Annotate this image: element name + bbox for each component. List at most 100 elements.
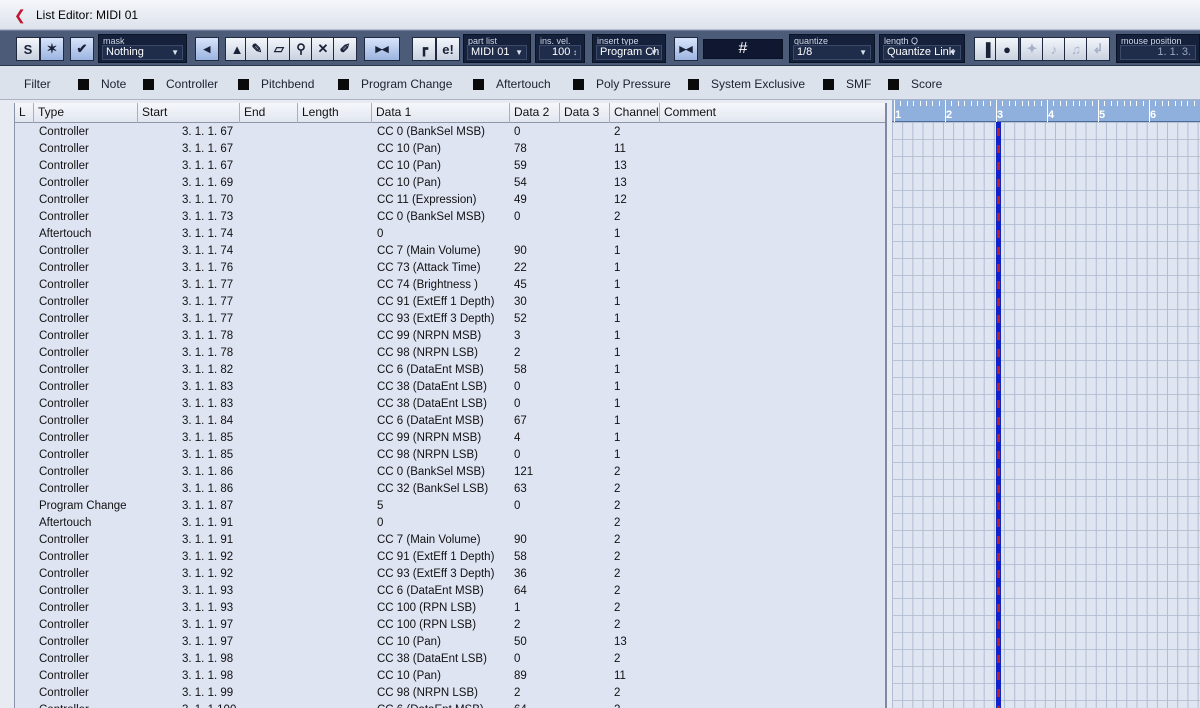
table-row[interactable]: Controller 3. 1. 1. 74 CC 7 (Main Volume) 9…	[15, 243, 885, 260]
event-marker[interactable]	[997, 655, 1000, 663]
table-row[interactable]: Controller 3. 1. 1. 98 CC 10 (Pan) 89 11	[15, 668, 885, 685]
pencil-icon[interactable]: ✎	[245, 37, 269, 61]
table-row[interactable]: Controller 3. 1. 1. 84 CC 6 (DataEnt MSB) 6…	[15, 413, 885, 430]
event-marker[interactable]	[997, 519, 1000, 527]
event-marker[interactable]	[997, 128, 1000, 136]
table-row[interactable]: Controller 3. 1. 1. 86 CC 0 (BankSel MSB) 1…	[15, 464, 885, 481]
bar-ruler[interactable]: 1 2 3 4 5 6	[892, 100, 1200, 122]
table-row[interactable]: Controller 3. 1. 1. 67 CC 10 (Pan) 78 11	[15, 141, 885, 158]
table-row[interactable]: Controller 3. 1. 1. 86 CC 32 (BankSel LSB)…	[15, 481, 885, 498]
table-row[interactable]: Controller 3. 1. 1. 77 CC 91 (ExtEff 1 Dep…	[15, 294, 885, 311]
event-marker[interactable]	[997, 213, 1000, 221]
event-marker[interactable]	[997, 230, 1000, 238]
chord-icon[interactable]: ♫	[1064, 37, 1088, 61]
filter-aftertouch[interactable]: Aftertouch	[473, 77, 551, 91]
event-marker[interactable]	[997, 570, 1000, 578]
table-row[interactable]: Controller 3. 1. 1. 77 CC 93 (ExtEff 3 Dep…	[15, 311, 885, 328]
filter-checkbox[interactable]	[823, 78, 834, 90]
col-type[interactable]: Type	[34, 103, 138, 123]
mask-select[interactable]: mask Nothing ▼	[98, 34, 187, 63]
col-channel[interactable]: Channel	[610, 103, 660, 123]
table-row[interactable]: Controller 3. 1. 1. 85 CC 99 (NRPN MSB) 4 1	[15, 430, 885, 447]
table-row[interactable]: Controller 3. 1. 1. 73 CC 0 (BankSel MSB) 0…	[15, 209, 885, 226]
col-data2[interactable]: Data 2	[510, 103, 560, 123]
table-row[interactable]: Aftertouch 3. 1. 1. 91 0 2	[15, 515, 885, 532]
event-marker[interactable]	[997, 383, 1000, 391]
table-row[interactable]: Controller 3. 1. 1. 92 CC 93 (ExtEff 3 Dep…	[15, 566, 885, 583]
quantize-select[interactable]: quantize 1/8 ▼	[789, 34, 875, 63]
table-row[interactable]: Controller 3. 1. 1. 93 CC 6 (DataEnt MSB) 6…	[15, 583, 885, 600]
event-marker[interactable]	[997, 349, 1000, 357]
filter-checkbox[interactable]	[888, 78, 899, 90]
filter-poly-pressure[interactable]: Poly Pressure	[573, 77, 671, 91]
split-icon[interactable]: ▸◂	[674, 37, 698, 61]
table-row[interactable]: Controller 3. 1. 1. 85 CC 98 (NRPN LSB) 0 1	[15, 447, 885, 464]
event-marker[interactable]	[997, 434, 1000, 442]
event-marker[interactable]	[997, 621, 1000, 629]
table-row[interactable]: Controller 3. 1. 1. 69 CC 10 (Pan) 54 13	[15, 175, 885, 192]
table-row[interactable]: Controller 3. 1. 1. 77 CC 74 (Brightness )…	[15, 277, 885, 294]
event-marker[interactable]	[997, 400, 1000, 408]
event-marker[interactable]	[997, 672, 1000, 680]
event-marker[interactable]	[997, 502, 1000, 510]
event-edit-icon[interactable]: e!	[436, 37, 460, 61]
step-input-icon[interactable]: ✦	[1020, 37, 1044, 61]
table-row[interactable]: Controller 3. 1. 1. 93 CC 100 (RPN LSB) 1 2	[15, 600, 885, 617]
filter-note[interactable]: Note	[78, 77, 126, 91]
table-row[interactable]: Controller 3. 1. 1. 98 CC 38 (DataEnt LSB)…	[15, 651, 885, 668]
event-marker[interactable]	[997, 298, 1000, 306]
event-marker[interactable]	[997, 281, 1000, 289]
table-row[interactable]: Controller 3. 1. 1. 70 CC 11 (Expression) 4…	[15, 192, 885, 209]
event-marker[interactable]	[997, 553, 1000, 561]
eraser-icon[interactable]: ▱	[267, 37, 291, 61]
event-marker[interactable]	[997, 332, 1000, 340]
table-row[interactable]: Program Change 3. 1. 1. 87 5 0 2	[15, 498, 885, 515]
mute-x-icon[interactable]: ✕	[311, 37, 335, 61]
col-l[interactable]: L	[15, 103, 34, 123]
length-q-select[interactable]: length Q Quantize Link ▼	[879, 34, 965, 63]
col-length[interactable]: Length	[298, 103, 372, 123]
col-data1[interactable]: Data 1	[372, 103, 510, 123]
stepper-icon[interactable]: ↕	[573, 46, 577, 59]
insert-type-select[interactable]: insert type Program Ch ▼	[592, 34, 666, 63]
event-marker[interactable]	[997, 417, 1000, 425]
snap-icon[interactable]: ✔	[70, 37, 94, 61]
filter-checkbox[interactable]	[688, 78, 699, 90]
table-row[interactable]: Controller 3. 1. 1. 76 CC 73 (Attack Time)…	[15, 260, 885, 277]
event-marker[interactable]	[997, 604, 1000, 612]
event-marker[interactable]	[997, 247, 1000, 255]
solo-icon[interactable]: S	[16, 37, 40, 61]
event-list[interactable]: L Type Start End Length Data 1 Data 2 Da…	[14, 103, 887, 708]
midi-input-icon[interactable]: ●	[995, 37, 1019, 61]
table-row[interactable]: Controller 3. 1. 1. 67 CC 10 (Pan) 59 13	[15, 158, 885, 175]
event-marker[interactable]	[997, 638, 1000, 646]
step-icon[interactable]: ▸◂	[364, 37, 400, 61]
snap-grid-display[interactable]: #	[703, 39, 783, 59]
event-display[interactable]	[892, 122, 1200, 708]
col-end[interactable]: End	[240, 103, 298, 123]
filter-score[interactable]: Score	[888, 77, 942, 91]
event-marker[interactable]	[997, 264, 1000, 272]
filter-checkbox[interactable]	[78, 78, 89, 90]
edit-icon[interactable]: ┏	[412, 37, 436, 61]
filter-checkbox[interactable]	[143, 78, 154, 90]
event-marker[interactable]	[997, 145, 1000, 153]
col-comment[interactable]: Comment	[660, 103, 885, 123]
table-row[interactable]: Controller 3. 1. 1. 83 CC 38 (DataEnt LSB)…	[15, 379, 885, 396]
insert-velocity-icon[interactable]: ↲	[1086, 37, 1110, 61]
filter-checkbox[interactable]	[338, 78, 349, 90]
event-marker[interactable]	[997, 366, 1000, 374]
table-row[interactable]: Controller 3. 1. 1. 78 CC 98 (NRPN LSB) 2 1	[15, 345, 885, 362]
table-row[interactable]: Controller 3. 1. 1. 97 CC 10 (Pan) 50 13	[15, 634, 885, 651]
filter-smf[interactable]: SMF	[823, 77, 871, 91]
col-start[interactable]: Start	[138, 103, 240, 123]
table-row[interactable]: Controller 3. 1. 1. 67 CC 0 (BankSel MSB) 0…	[15, 124, 885, 141]
filter-checkbox[interactable]	[573, 78, 584, 90]
speaker-icon[interactable]: ✶	[40, 37, 64, 61]
event-marker[interactable]	[997, 162, 1000, 170]
filter-controller[interactable]: Controller	[143, 77, 218, 91]
table-row[interactable]: Controller 3. 1. 1. 92 CC 91 (ExtEff 1 Dep…	[15, 549, 885, 566]
event-marker[interactable]	[997, 196, 1000, 204]
filter-pitchbend[interactable]: Pitchbend	[238, 77, 314, 91]
note-icon[interactable]: ♪	[1042, 37, 1066, 61]
